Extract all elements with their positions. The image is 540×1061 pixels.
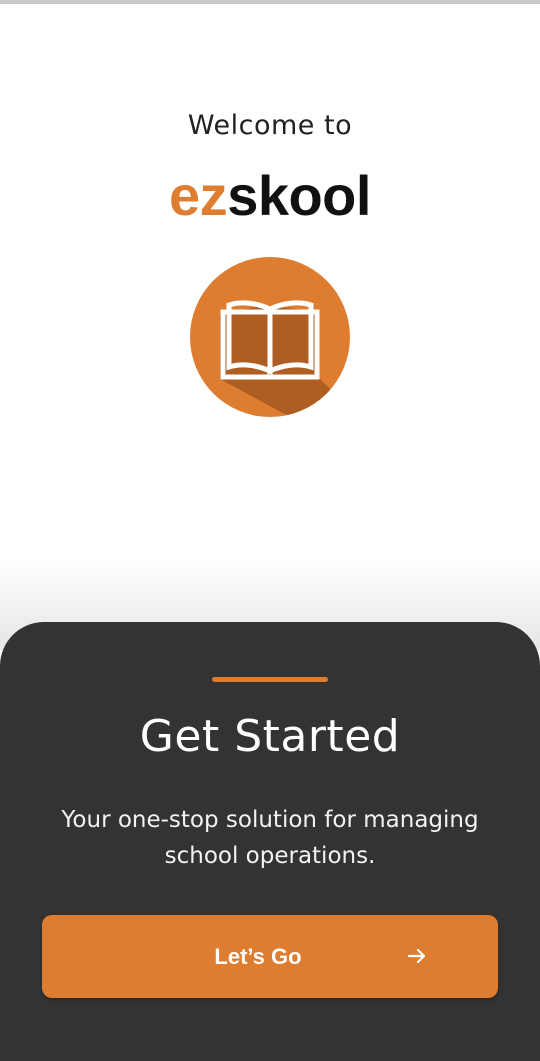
open-book-icon [190, 257, 350, 417]
wordmark-rest: skool [227, 164, 371, 227]
status-bar-divider [0, 0, 540, 4]
arrow-right-icon [407, 948, 426, 964]
bottom-sheet: Get Started Your one-stop solution for m… [0, 622, 540, 1061]
sheet-title: Get Started [139, 711, 401, 762]
wordmark-accent: ez [169, 164, 228, 227]
app-wordmark: ezskool [0, 164, 540, 228]
sheet-handle[interactable] [212, 677, 328, 682]
sheet-description: Your one-stop solution for managing scho… [61, 807, 479, 869]
app-logo [190, 257, 350, 417]
lets-go-button[interactable]: Let’s Go [42, 915, 498, 998]
welcome-screen: Welcome to ezskool Get Started Your one-… [0, 0, 540, 1061]
welcome-text: Welcome to [187, 110, 353, 141]
